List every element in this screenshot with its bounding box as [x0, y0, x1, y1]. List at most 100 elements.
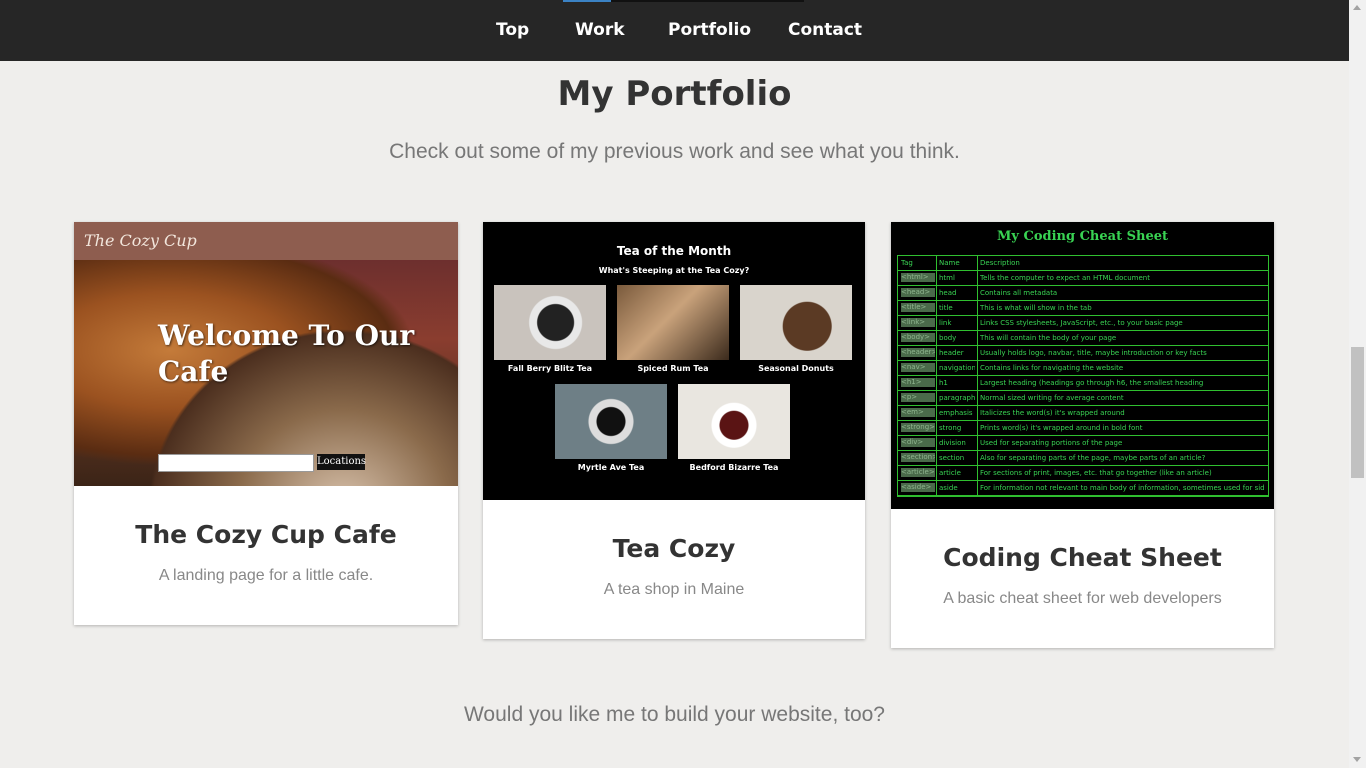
cheat-cell-tag: <h1> [901, 378, 935, 387]
cheat-thumb-title: My Coding Cheat Sheet [997, 229, 1168, 244]
card-title[interactable]: The Cozy Cup Cafe [74, 520, 458, 549]
cheat-cell-desc: For information not relevant to main bod… [980, 484, 1265, 492]
cheat-cell-desc: Normal sized writing for average content [980, 394, 1124, 402]
cheat-cell-tag: <aside> [901, 483, 935, 492]
cheat-cell-tag: <header> [901, 348, 935, 357]
cheat-cell-name: aside [939, 484, 958, 492]
cheat-cell-tag: <link> [901, 318, 935, 327]
cheat-table-row: <div> division Used for separating portion… [898, 436, 1268, 451]
cheat-cell-desc: Links CSS stylesheets, JavaScript, etc.,… [980, 319, 1183, 327]
card-title[interactable]: Coding Cheat Sheet [891, 543, 1274, 572]
cozy-cup-thumbnail[interactable]: The Cozy Cup Welcome To Our Cafe Locatio… [74, 222, 458, 486]
cheat-table-row: <strong> strong Prints word(s) it's wrappe… [898, 421, 1268, 436]
cheat-cell-name: head [939, 289, 957, 297]
cheat-cell-tag: <body> [901, 333, 935, 342]
cheat-table-row: <title> title This is what will show in th… [898, 301, 1268, 316]
cheat-cell-name: h1 [939, 379, 948, 387]
tea-caption: Spiced Rum Tea [637, 364, 709, 373]
tea-caption: Bedford Bizarre Tea [689, 463, 779, 472]
portfolio-card-tea-cozy[interactable]: Tea of the Month What's Steeping at the … [483, 222, 865, 639]
cheat-cell-name: link [939, 319, 952, 327]
cheat-cell-tag: <nav> [901, 363, 935, 372]
cheat-cell-tag: <p> [901, 393, 935, 402]
cafe-locations-button: Locations [317, 454, 366, 470]
cheat-cell-tag: <div> [901, 438, 935, 447]
tea-image-spiced-rum [617, 285, 729, 360]
tea-image-myrtle-ave [555, 384, 667, 459]
portfolio-card-cheat-sheet[interactable]: My Coding Cheat Sheet Tag Name Descripti… [891, 222, 1274, 648]
cheat-cell-desc: Italicizes the word(s) it's wrapped arou… [980, 409, 1125, 417]
cheat-table-row: <html> html Tells the computer to expect a… [898, 271, 1268, 286]
tea-thumb-subtitle: What's Steeping at the Tea Cozy? [598, 266, 750, 275]
card-description: A landing page for a little cafe. [158, 567, 374, 584]
cheat-table-row: <aside> aside For information not relevant… [898, 481, 1268, 496]
tea-image-donuts [740, 285, 852, 360]
cheat-cell-tag: <head> [901, 288, 935, 297]
nav-active-indicator [563, 0, 611, 2]
cheat-table-row: <header> header Usually holds logo, navbar… [898, 346, 1268, 361]
cheat-cell-tag: <em> [901, 408, 935, 417]
tea-thumb-title: Tea of the Month [616, 244, 732, 258]
nav-link-contact[interactable]: Contact [788, 20, 862, 40]
cheat-cell-name: article [939, 469, 961, 477]
cafe-welcome-heading: Welcome To Our Cafe [158, 319, 415, 388]
cheat-table-row: <link> link Links CSS stylesheets, JavaScr… [898, 316, 1268, 331]
cheat-cell-desc: Contains links for navigating the websit… [980, 364, 1124, 372]
cheat-cell-name: header [939, 349, 964, 357]
portfolio-card-cozy-cup[interactable]: The Cozy Cup Welcome To Our Cafe Locatio… [74, 222, 458, 625]
vertical-scrollbar[interactable] [1349, 0, 1366, 768]
cheat-cell-name: division [939, 439, 966, 447]
cheat-cell-name: paragraph [939, 394, 975, 402]
cta-text: Would you like me to build your website,… [463, 703, 885, 726]
cheat-cell-tag: <html> [901, 273, 935, 282]
cheat-cell-name: title [939, 304, 953, 312]
scroll-up-arrow-icon[interactable] [1353, 5, 1361, 10]
scroll-down-arrow-icon[interactable] [1353, 757, 1361, 762]
cheat-table-row: <article> article For sections of print, i… [898, 466, 1268, 481]
cheat-cell-name: body [939, 334, 957, 342]
tea-caption: Myrtle Ave Tea [577, 463, 645, 472]
cheat-header-cell: Name [939, 259, 960, 267]
cheat-sheet-thumbnail[interactable]: My Coding Cheat Sheet Tag Name Descripti… [891, 222, 1274, 509]
cheat-table-row: <nav> navigation Contains links for naviga… [898, 361, 1268, 376]
cheat-header-row: Tag Name Description [898, 256, 1268, 271]
tea-caption: Fall Berry Blitz Tea [507, 364, 593, 373]
cheat-table-row: <em> emphasis Italicizes the word(s) it's … [898, 406, 1268, 421]
cheat-header-cell: Tag [901, 259, 913, 267]
tea-cozy-thumbnail[interactable]: Tea of the Month What's Steeping at the … [483, 222, 865, 500]
tea-image-bedford [678, 384, 790, 459]
cheat-cell-name: html [939, 274, 955, 282]
cheat-cell-desc: Usually holds logo, navbar, title, maybe… [980, 349, 1207, 357]
cheat-cell-desc: This is what will show in the tab [980, 304, 1092, 312]
cheat-cell-desc: For sections of print, images, etc. that… [980, 469, 1212, 477]
cheat-table-row: <h1> h1 Largest heading (headings go throu… [898, 376, 1268, 391]
cheat-table-row: <p> paragraph Normal sized writing for ave… [898, 391, 1268, 406]
card-description: A basic cheat sheet for web developers [943, 590, 1222, 607]
cheat-table-row: <section> section Also for separating part… [898, 451, 1268, 466]
tea-caption: Seasonal Donuts [758, 364, 834, 373]
cheat-cell-desc: Also for separating parts of the page, m… [980, 454, 1206, 462]
cheat-cell-name: strong [939, 424, 962, 432]
cafe-logo: The Cozy Cup [84, 231, 197, 250]
cheat-cell-desc: Tells the computer to expect an HTML doc… [980, 274, 1150, 282]
cheat-cell-desc: Used for separating portions of the page [980, 439, 1123, 447]
cheat-sheet-table: Tag Name Description <html> html Tells the… [897, 255, 1269, 497]
nav-indicator-track [611, 0, 804, 2]
nav-link-work[interactable]: Work [575, 20, 625, 40]
cheat-cell-tag: <strong> [901, 423, 935, 432]
nav-link-top[interactable]: Top [496, 20, 529, 40]
card-title[interactable]: Tea Cozy [483, 534, 865, 563]
tea-image-fall-berry [494, 285, 606, 360]
cheat-cell-name: section [939, 454, 965, 462]
nav-link-portfolio[interactable]: Portfolio [668, 20, 751, 40]
cheat-cell-tag: <section> [901, 453, 935, 462]
cheat-cell-desc: This will contain the body of your page [980, 334, 1117, 342]
cheat-cell-name: emphasis [939, 409, 973, 417]
cheat-cell-desc: Prints word(s) it's wrapped around in bo… [980, 424, 1143, 432]
scrollbar-thumb[interactable] [1351, 347, 1364, 478]
cheat-cell-tag: <article> [901, 468, 935, 477]
cafe-header-bar: The Cozy Cup [74, 222, 458, 260]
cheat-cell-name: navigation [939, 364, 975, 372]
cheat-table-row: <body> body This will contain the body of … [898, 331, 1268, 346]
cheat-table-row: <head> head Contains all metadata [898, 286, 1268, 301]
